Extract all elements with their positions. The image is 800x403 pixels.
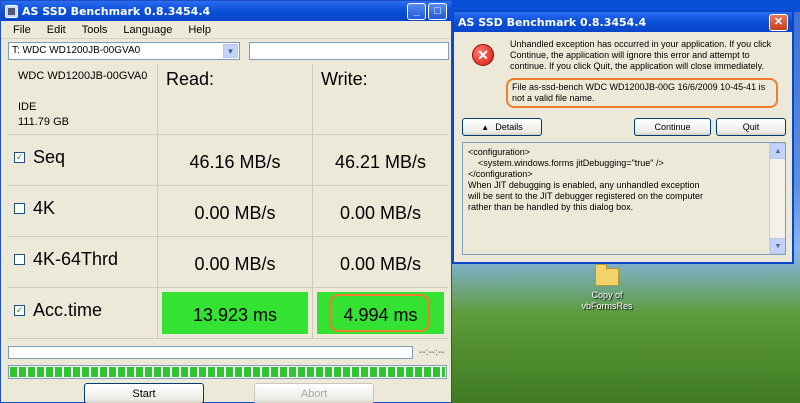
read-result-cell: 0.00 MB/s <box>158 186 313 236</box>
write-header: Write: <box>321 69 368 89</box>
write-value: 46.21 MB/s <box>334 152 427 172</box>
test-name: Seq <box>33 147 66 167</box>
read-header: Read: <box>166 69 215 89</box>
chevron-down-icon[interactable]: ▼ <box>223 44 238 58</box>
quit-button[interactable]: Quit <box>716 118 786 136</box>
folder-icon <box>595 264 619 286</box>
4k-checkbox[interactable] <box>14 203 25 214</box>
details-label: Details <box>495 122 523 132</box>
menu-bar: File Edit Tools Language Help <box>1 21 451 39</box>
minimize-button[interactable]: _ <box>407 2 426 20</box>
main-titlebar[interactable]: AS SSD Benchmark 0.8.3454.4 _ □ <box>1 1 451 21</box>
drive-select[interactable]: T: WDC WD1200JB-00GVA0 ▼ <box>8 42 240 60</box>
details-textbox[interactable]: <configuration> <system.windows.forms ji… <box>462 142 786 255</box>
menu-language[interactable]: Language <box>115 24 180 36</box>
write-value: 0.00 MB/s <box>339 254 422 274</box>
drive-info-cell: WDC WD1200JB-00GVA0 IDE 111.79 GB <box>8 64 158 134</box>
details-line: <system.windows.forms jitDebugging="true… <box>468 158 664 168</box>
test-row-acc-time: ✓ Acc.time 13.923 ms 4.994 ms <box>8 288 448 339</box>
write-result-cell: 46.21 MB/s <box>313 135 448 185</box>
read-result-cell: 46.16 MB/s <box>158 135 313 185</box>
desktop-shortcut-label-1: Copy of <box>591 290 623 300</box>
details-scrollbar[interactable]: ▲ ▼ <box>769 143 785 254</box>
4k-64thrd-checkbox[interactable] <box>14 254 25 265</box>
write-result-cell: 0.00 MB/s <box>313 186 448 236</box>
details-line: will be sent to the JIT debugger registe… <box>468 191 703 201</box>
continue-button[interactable]: Continue <box>634 118 711 136</box>
total-progress-bar <box>8 365 447 379</box>
write-highlight: 4.994 ms <box>317 292 444 334</box>
test-label: 4K-64Thrd <box>14 249 118 270</box>
acc-time-checkbox[interactable]: ✓ <box>14 305 25 316</box>
test-name: 4K-64Thrd <box>33 249 119 269</box>
dialog-titlebar[interactable]: AS SSD Benchmark 0.8.3454.4 ✕ <box>454 12 792 32</box>
results-grid: WDC WD1200JB-00GVA0 IDE 111.79 GB Read: … <box>8 64 448 339</box>
details-line: </configuration> <box>468 169 533 179</box>
details-line: When JIT debugging is enabled, any unhan… <box>468 180 700 190</box>
seq-checkbox[interactable]: ✓ <box>14 152 25 163</box>
test-cell: 4K-64Thrd <box>8 237 158 287</box>
app-icon <box>5 4 18 18</box>
test-label: ✓ Seq <box>14 147 65 168</box>
toolbar: T: WDC WD1200JB-00GVA0 ▼ <box>1 39 451 63</box>
write-value: 4.994 ms <box>343 305 418 325</box>
read-value: 46.16 MB/s <box>189 152 281 172</box>
test-cell: ✓ Seq <box>8 135 158 185</box>
drive-name: WDC WD1200JB-00GVA0 <box>18 70 148 82</box>
write-header-cell: Write: <box>313 64 448 134</box>
write-result-cell: 4.994 ms <box>313 288 448 338</box>
results-header-row: WDC WD1200JB-00GVA0 IDE 111.79 GB Read: … <box>8 64 448 135</box>
menu-help[interactable]: Help <box>180 24 219 36</box>
drive-interface: IDE <box>18 101 37 113</box>
scroll-down-icon[interactable]: ▼ <box>770 238 785 254</box>
drive-select-value: T: WDC WD1200JB-00GVA0 <box>12 45 141 56</box>
read-result-cell: 0.00 MB/s <box>158 237 313 287</box>
test-cell: ✓ Acc.time <box>8 288 158 338</box>
read-result-cell: 13.923 ms <box>158 288 313 338</box>
test-name: 4K <box>33 198 56 218</box>
main-window-title: AS SSD Benchmark 0.8.3454.4 <box>22 4 211 18</box>
main-window: AS SSD Benchmark 0.8.3454.4 _ □ File Edi… <box>0 0 452 403</box>
menu-edit[interactable]: Edit <box>39 24 74 36</box>
drive-size: 111.79 GB <box>18 116 69 128</box>
details-line: <configuration> <box>468 147 531 157</box>
elapsed-time: --:--:-- <box>419 347 445 358</box>
menu-tools[interactable]: Tools <box>74 24 116 36</box>
read-value: 13.923 ms <box>192 305 278 325</box>
dialog-title: AS SSD Benchmark 0.8.3454.4 <box>458 15 647 29</box>
write-result-cell: 0.00 MB/s <box>313 237 448 287</box>
test-name: Acc.time <box>33 300 103 320</box>
desktop-shortcut[interactable]: Copy of vbFormsRes <box>572 264 642 312</box>
error-icon: ✕ <box>472 44 494 66</box>
write-value: 0.00 MB/s <box>339 203 422 223</box>
test-row-seq: ✓ Seq 46.16 MB/s 46.21 MB/s <box>8 135 448 186</box>
read-highlight: 13.923 ms <box>162 292 308 334</box>
scroll-up-icon[interactable]: ▲ <box>770 143 785 159</box>
details-button[interactable]: ▲ Details <box>462 118 542 136</box>
details-line: rather than be handled by this dialog bo… <box>468 202 634 212</box>
error-dialog: AS SSD Benchmark 0.8.3454.4 ✕ ✕ Unhandle… <box>452 10 794 264</box>
test-label: ✓ Acc.time <box>14 300 102 321</box>
maximize-button[interactable]: □ <box>428 2 447 20</box>
triangle-up-icon: ▲ <box>481 122 490 132</box>
start-button[interactable]: Start <box>84 383 204 403</box>
read-header-cell: Read: <box>158 64 313 134</box>
desktop-shortcut-label-2: vbFormsRes <box>581 301 633 311</box>
dialog-close-button[interactable]: ✕ <box>769 13 788 31</box>
total-progress-fill <box>10 367 445 377</box>
abort-button[interactable]: Abort <box>254 383 374 403</box>
error-detail: File as-ssd-bench WDC WD1200JB-00G 16/6/… <box>506 78 778 108</box>
secondary-select[interactable] <box>249 42 449 60</box>
menu-file[interactable]: File <box>5 24 39 36</box>
read-value: 0.00 MB/s <box>194 254 276 274</box>
test-row-4k-64thrd: 4K-64Thrd 0.00 MB/s 0.00 MB/s <box>8 237 448 288</box>
test-row-4k: 4K 0.00 MB/s 0.00 MB/s <box>8 186 448 237</box>
test-progress-bar <box>8 346 413 359</box>
error-message: Unhandled exception has occurred in your… <box>510 39 772 71</box>
test-cell: 4K <box>8 186 158 236</box>
read-value: 0.00 MB/s <box>194 203 276 223</box>
test-label: 4K <box>14 198 55 219</box>
